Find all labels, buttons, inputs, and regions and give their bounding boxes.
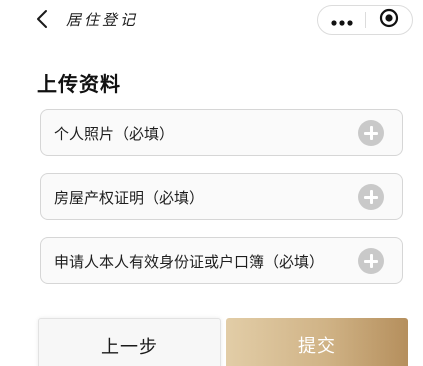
upload-property-certificate[interactable]: 房屋产权证明（必填） (40, 173, 403, 220)
submit-button[interactable]: 提交 (226, 318, 408, 366)
add-circle-icon[interactable] (358, 120, 384, 146)
more-button[interactable] (318, 6, 365, 34)
close-button[interactable] (366, 6, 412, 34)
page-title: 居住登记 (66, 11, 139, 29)
target-close-icon (379, 8, 399, 32)
chevron-left-icon (35, 9, 49, 33)
previous-step-button[interactable]: 上一步 (38, 318, 221, 366)
previous-step-label: 上一步 (101, 337, 158, 358)
more-dots-icon (330, 11, 353, 30)
submit-label: 提交 (298, 336, 336, 357)
back-button[interactable] (28, 8, 56, 34)
section-title: 上传资料 (37, 72, 121, 96)
upload-id-or-household-register[interactable]: 申请人本人有效身份证或户口簿（必填） (40, 237, 403, 284)
nav-bar: 居住登记 (0, 0, 423, 44)
upload-label: 申请人本人有效身份证或户口簿（必填） (54, 253, 325, 271)
upload-label: 个人照片（必填） (54, 125, 175, 143)
mini-program-capsule (317, 5, 413, 35)
upload-label: 房屋产权证明（必填） (54, 189, 205, 207)
add-circle-icon[interactable] (358, 184, 384, 210)
upload-personal-photo[interactable]: 个人照片（必填） (40, 109, 403, 156)
add-circle-icon[interactable] (358, 248, 384, 274)
page: 居住登记 上传资料 个人照片（必填） 房屋产权证明（必填） 申请人本人有效身份证… (0, 0, 423, 366)
